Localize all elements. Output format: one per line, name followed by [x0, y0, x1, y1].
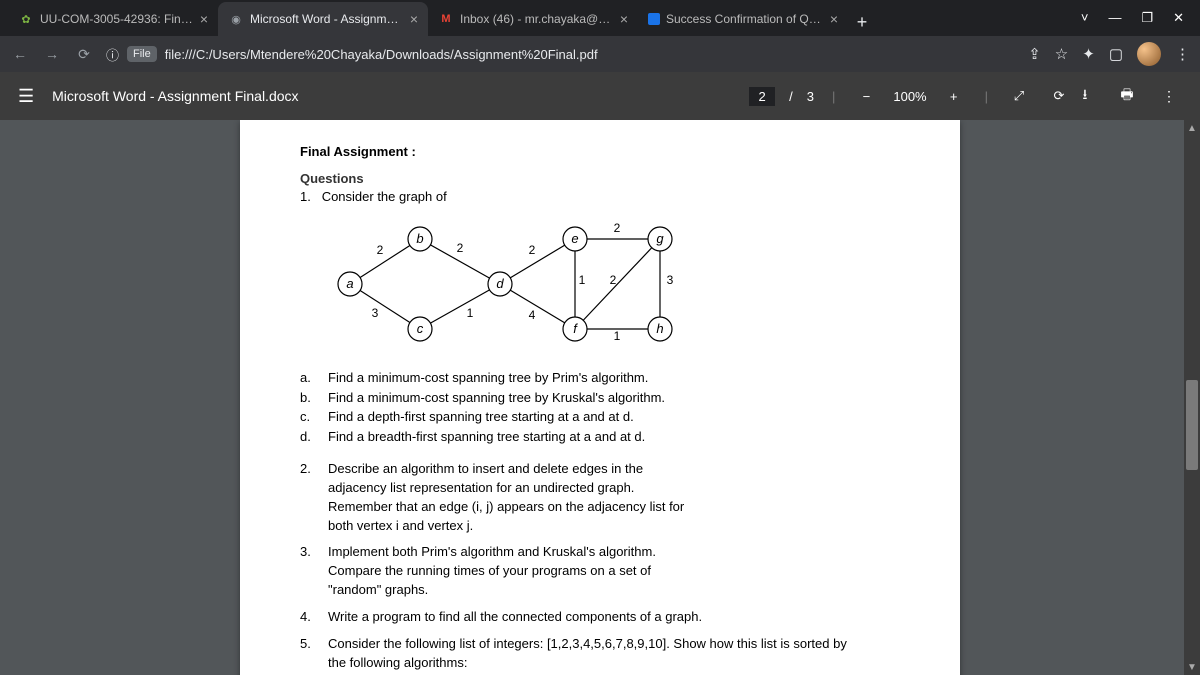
- svg-text:b: b: [416, 231, 423, 246]
- tab-close-icon[interactable]: ×: [620, 11, 628, 27]
- more-actions-icon[interactable]: ⋮: [1156, 83, 1182, 109]
- url-text: file:///C:/Users/Mtendere%20Chayaka/Down…: [165, 47, 598, 62]
- svg-text:1: 1: [467, 306, 474, 320]
- forward-button[interactable]: →: [42, 44, 62, 64]
- tab-title: Success Confirmation of Question: [666, 12, 824, 26]
- page-number-input[interactable]: 2: [749, 87, 775, 106]
- scroll-up-icon[interactable]: ▲: [1184, 120, 1200, 136]
- close-window-icon[interactable]: ✕: [1173, 10, 1184, 26]
- questions-label: Questions: [300, 171, 900, 186]
- tab-0[interactable]: ✿ UU-COM-3005-42936: Final Assig ×: [8, 2, 218, 36]
- tab-title: Inbox (46) - mr.chayaka@gmail.c: [460, 12, 614, 26]
- tab-close-icon[interactable]: ×: [830, 11, 838, 27]
- q4: 4.Write a program to find all the connec…: [300, 608, 900, 627]
- svg-text:2: 2: [377, 243, 384, 257]
- maximize-icon[interactable]: ❐: [1141, 10, 1153, 26]
- scroll-down-icon[interactable]: ▼: [1184, 659, 1200, 675]
- q3: 3.Implement both Prim's algorithm and Kr…: [300, 543, 900, 600]
- chevron-down-icon[interactable]: ˅: [1081, 10, 1089, 26]
- scrollbar-track[interactable]: ▲ ▼: [1184, 120, 1200, 675]
- file-chip: File: [127, 46, 157, 62]
- profile-avatar[interactable]: [1137, 42, 1161, 66]
- svg-text:h: h: [656, 321, 663, 336]
- gmail-icon: M: [438, 11, 454, 27]
- page-sep: /: [789, 89, 793, 104]
- reload-button[interactable]: ⟳: [74, 44, 94, 64]
- tab-close-icon[interactable]: ×: [200, 11, 208, 27]
- svg-text:e: e: [571, 231, 578, 246]
- svg-text:2: 2: [614, 221, 621, 235]
- back-button[interactable]: ←: [10, 44, 30, 64]
- tab-1[interactable]: ◉ Microsoft Word - Assignment Fin ×: [218, 2, 428, 36]
- rotate-icon[interactable]: ⟳: [1046, 83, 1072, 109]
- svg-text:4: 4: [529, 308, 536, 322]
- zoom-level: 100%: [893, 89, 926, 104]
- kebab-menu-icon[interactable]: ⋮: [1175, 45, 1190, 63]
- favicon: ✿: [18, 11, 34, 27]
- pdf-toolbar: ☰ Microsoft Word - Assignment Final.docx…: [0, 72, 1200, 120]
- url-box[interactable]: ⓘ File file:///C:/Users/Mtendere%20Chaya…: [106, 45, 1016, 64]
- pdf-viewport[interactable]: Final Assignment : Questions 1. Consider…: [0, 120, 1200, 675]
- tab-title: UU-COM-3005-42936: Final Assig: [40, 12, 194, 26]
- tab-title: Microsoft Word - Assignment Fin: [250, 12, 404, 26]
- favicon: [648, 13, 660, 25]
- extensions-icon[interactable]: ✦: [1082, 45, 1095, 63]
- svg-text:2: 2: [457, 241, 464, 255]
- document-title: Microsoft Word - Assignment Final.docx: [52, 88, 749, 104]
- bookmark-icon[interactable]: ☆: [1055, 45, 1068, 63]
- q5: 5.Consider the following list of integer…: [300, 635, 900, 673]
- window-controls: ˅ ― ❐ ✕: [1051, 10, 1200, 36]
- doc-heading: Final Assignment :: [300, 144, 900, 159]
- svg-text:1: 1: [614, 329, 621, 343]
- svg-text:1: 1: [579, 273, 586, 287]
- q1: 1. Consider the graph of: [300, 189, 900, 204]
- svg-text:a: a: [346, 276, 353, 291]
- q1-subparts: a.Find a minimum-cost spanning tree by P…: [300, 368, 900, 446]
- page-total: 3: [807, 89, 814, 104]
- print-icon[interactable]: 🖶: [1114, 83, 1140, 109]
- site-info-icon[interactable]: ⓘ: [106, 45, 119, 64]
- toolbar-center: 2 / 3 | − 100% + | ⤢ ⟳: [749, 83, 1072, 109]
- side-panel-icon[interactable]: ▢: [1109, 45, 1123, 63]
- tab-strip: ✿ UU-COM-3005-42936: Final Assig × ◉ Mic…: [8, 2, 1051, 36]
- new-tab-button[interactable]: +: [848, 8, 876, 36]
- pdf-page: Final Assignment : Questions 1. Consider…: [240, 120, 960, 675]
- graph-figure: abc def gh 23 21 24 12 21 3: [320, 214, 700, 344]
- tab-3[interactable]: Success Confirmation of Question ×: [638, 2, 848, 36]
- minimize-icon[interactable]: ―: [1108, 10, 1121, 26]
- zoom-out-button[interactable]: −: [853, 83, 879, 109]
- toolbar-right: ⇪ ☆ ✦ ▢ ⋮: [1028, 42, 1190, 66]
- download-icon[interactable]: ⭳: [1072, 83, 1098, 109]
- q2: 2.Describe an algorithm to insert and de…: [300, 460, 900, 535]
- svg-text:3: 3: [372, 306, 379, 320]
- scrollbar-thumb[interactable]: [1186, 380, 1198, 470]
- svg-text:g: g: [656, 231, 664, 246]
- svg-text:d: d: [496, 276, 504, 291]
- browser-titlebar: ✿ UU-COM-3005-42936: Final Assig × ◉ Mic…: [0, 0, 1200, 36]
- tab-close-icon[interactable]: ×: [410, 11, 418, 27]
- favicon: ◉: [228, 11, 244, 27]
- svg-text:c: c: [417, 321, 424, 336]
- menu-icon[interactable]: ☰: [18, 86, 34, 107]
- zoom-in-button[interactable]: +: [941, 83, 967, 109]
- svg-text:2: 2: [610, 273, 617, 287]
- share-icon[interactable]: ⇪: [1028, 45, 1041, 63]
- tab-2[interactable]: M Inbox (46) - mr.chayaka@gmail.c ×: [428, 2, 638, 36]
- toolbar-right-pdf: ⭳ 🖶 ⋮: [1072, 83, 1182, 109]
- svg-text:2: 2: [529, 243, 536, 257]
- address-bar: ← → ⟳ ⓘ File file:///C:/Users/Mtendere%2…: [0, 36, 1200, 72]
- svg-text:3: 3: [667, 273, 674, 287]
- fit-page-icon[interactable]: ⤢: [1006, 83, 1032, 109]
